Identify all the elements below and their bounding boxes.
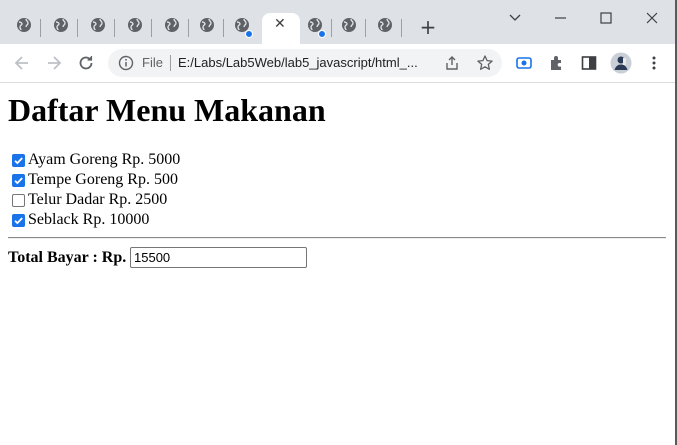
globe-icon: [128, 18, 142, 32]
tab-8[interactable]: [298, 13, 332, 44]
page-title: Daftar Menu Makanan: [8, 92, 326, 128]
reload-icon[interactable]: [76, 53, 96, 73]
globe-icon: [91, 18, 105, 32]
tab-6[interactable]: [190, 13, 224, 44]
new-tab-button[interactable]: +: [417, 16, 439, 38]
extensions-puzzle-icon[interactable]: [548, 54, 566, 72]
tab-3[interactable]: [81, 13, 115, 44]
profile-avatar[interactable]: [610, 52, 632, 74]
browser-window: ✕ + File E:/Labs/Lab5Web/lab5_javascript…: [0, 0, 677, 445]
minimize-icon[interactable]: [545, 8, 575, 28]
forward-arrow-icon[interactable]: [44, 53, 64, 73]
checkbox-unchecked[interactable]: [12, 194, 25, 207]
menu-item-label: Ayam Goreng Rp. 5000: [28, 151, 181, 168]
back-arrow-icon[interactable]: [12, 53, 32, 73]
total-input[interactable]: [130, 247, 307, 268]
maximize-icon[interactable]: [591, 8, 621, 28]
tab-active[interactable]: ✕: [262, 13, 300, 44]
tab-1[interactable]: [7, 13, 41, 44]
total-label: Total Bayar : Rp.: [8, 249, 127, 266]
checkbox-checked[interactable]: [12, 174, 25, 187]
tab-strip: ✕ +: [0, 0, 675, 44]
checkbox-checked[interactable]: [12, 154, 25, 167]
tab-search-chevron-icon[interactable]: [500, 8, 530, 28]
menu-item-label: Seblack Rp. 10000: [28, 211, 150, 228]
tab-7[interactable]: [225, 13, 259, 44]
tab-10[interactable]: [368, 13, 402, 44]
notification-dot: [318, 30, 326, 38]
globe-icon: [378, 18, 392, 32]
address-bar[interactable]: File E:/Labs/Lab5Web/lab5_javascript/htm…: [108, 49, 502, 77]
page-content: Daftar Menu Makanan Ayam Goreng Rp. 5000…: [0, 83, 675, 445]
notification-dot: [245, 30, 253, 38]
close-window-icon[interactable]: [637, 8, 667, 28]
globe-icon: [200, 18, 214, 32]
browser-toolbar: File E:/Labs/Lab5Web/lab5_javascript/htm…: [0, 44, 675, 83]
globe-icon: [165, 18, 179, 32]
tab-5[interactable]: [155, 13, 189, 44]
tab-2[interactable]: [44, 13, 78, 44]
share-icon[interactable]: [444, 55, 460, 71]
menu-item-label: Tempe Goreng Rp. 500: [28, 171, 178, 188]
close-tab-icon[interactable]: ✕: [274, 16, 286, 32]
info-icon[interactable]: [118, 55, 134, 71]
tab-9[interactable]: [332, 13, 366, 44]
globe-icon: [54, 18, 68, 32]
globe-icon: [342, 18, 356, 32]
bookmark-star-icon[interactable]: [476, 54, 494, 72]
menu-item-label: Telur Dadar Rp. 2500: [28, 191, 168, 208]
globe-icon: [17, 18, 31, 32]
more-menu-icon[interactable]: [645, 54, 663, 72]
scheme-label: File: [142, 55, 163, 70]
side-panel-icon[interactable]: [580, 54, 598, 72]
cast-extension-icon[interactable]: [515, 54, 533, 72]
checkbox-checked[interactable]: [12, 214, 25, 227]
url-text[interactable]: E:/Labs/Lab5Web/lab5_javascript/html_...: [178, 55, 418, 70]
tab-4[interactable]: [118, 13, 152, 44]
divider: [8, 237, 666, 239]
